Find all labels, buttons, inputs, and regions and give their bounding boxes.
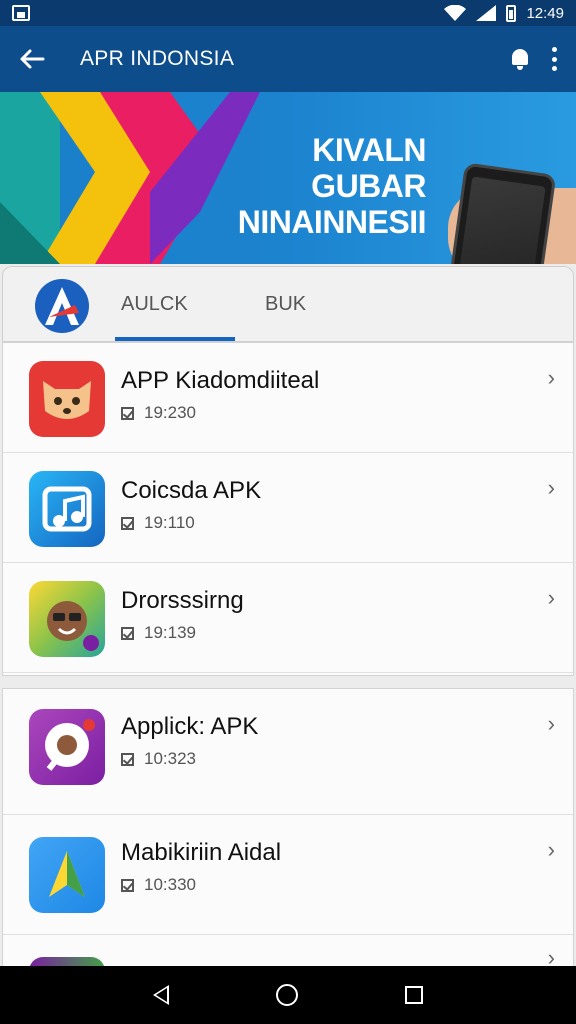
wifi-icon — [444, 5, 467, 21]
app-title: Coicsda APK — [121, 477, 262, 504]
nav-recents-button[interactable] — [404, 986, 423, 1004]
status-bar: 12:49 — [0, 0, 576, 26]
promo-banner[interactable]: KIVALN GUBAR NINAINNESII — [0, 92, 576, 264]
checkbox-icon — [121, 752, 134, 766]
nav-back-button[interactable] — [153, 985, 170, 1005]
app-bar: APR INDONSIA — [0, 26, 576, 92]
app-meta: 19:230 — [121, 403, 196, 423]
signal-icon — [476, 5, 497, 21]
app-time: 19:139 — [144, 623, 196, 642]
notification-bell-button[interactable] — [508, 47, 532, 71]
app-title: Mabikiriin Aidal — [121, 839, 282, 866]
checkbox-icon — [121, 516, 134, 530]
app-list-card: Applick: APK 10:323 › Mabikiriin Aidal 1… — [2, 688, 575, 981]
status-time: 12:49 — [526, 4, 564, 22]
tab-bar: AULCK BUK — [2, 266, 574, 342]
chevron-right-icon: › — [547, 365, 555, 390]
app-time: 19:110 — [144, 513, 195, 532]
list-item[interactable]: Drorsssirng 19:139 › — [3, 563, 575, 673]
tab-buk[interactable]: BUK — [265, 267, 306, 341]
gallery-notification-icon — [12, 5, 30, 21]
app-title: Drorsssirng — [121, 587, 244, 614]
page-title: APR INDONSIA — [80, 47, 235, 70]
app-meta: 19:110 — [121, 513, 195, 533]
app-meta: 10:323 — [121, 749, 196, 769]
arrow-left-icon — [20, 49, 45, 69]
map-app-icon — [29, 837, 105, 913]
list-item[interactable]: Applick: APK 10:323 › — [3, 689, 575, 815]
banner-line-1: KIVALN GUBAR — [311, 132, 426, 204]
phone-image — [443, 162, 557, 264]
checkbox-icon — [121, 626, 134, 640]
list-item[interactable]: Mabikiriin Aidal 10:330 › — [3, 815, 575, 935]
app-meta: 19:139 — [121, 623, 196, 643]
nav-home-button[interactable] — [275, 984, 298, 1006]
active-tab-indicator — [115, 337, 235, 341]
music-app-icon — [29, 471, 105, 547]
app-time: 10:330 — [144, 875, 196, 894]
list-item[interactable]: APP Kiadomdiiteal 19:230 › — [3, 343, 575, 453]
chevron-right-icon: › — [547, 585, 555, 610]
chevron-right-icon: › — [547, 711, 555, 736]
app-list-card: APP Kiadomdiiteal 19:230 › Coicsda APK 1… — [2, 342, 575, 676]
app-title: APP Kiadomdiiteal — [121, 367, 320, 394]
app-meta: 10:330 — [121, 875, 196, 895]
app-title: Applick: APK — [121, 713, 259, 740]
fox-app-icon — [29, 361, 105, 437]
system-nav-bar — [0, 966, 576, 1024]
battery-icon — [506, 4, 517, 22]
tab-aulck[interactable]: AULCK — [121, 267, 188, 341]
chevron-right-icon: › — [547, 837, 555, 862]
chat-app-icon — [29, 709, 105, 785]
back-button[interactable] — [0, 26, 64, 92]
checkbox-icon — [121, 406, 134, 420]
more-options-button[interactable] — [552, 47, 558, 71]
chevron-right-icon: › — [547, 475, 555, 500]
app-time: 10:323 — [144, 749, 196, 768]
checkbox-icon — [121, 878, 134, 892]
list-item[interactable]: Coicsda APK 19:110 › — [3, 453, 575, 563]
screen: 12:49 APR INDONSIA KIVALN GUBAR NINAINNE… — [0, 0, 576, 1024]
banner-headline: KIVALN GUBAR NINAINNESII — [190, 132, 427, 240]
brand-logo — [35, 279, 89, 333]
banner-line-2: NINAINNESII — [237, 204, 427, 240]
avatar-app-icon — [29, 581, 105, 657]
app-time: 19:230 — [144, 403, 196, 422]
